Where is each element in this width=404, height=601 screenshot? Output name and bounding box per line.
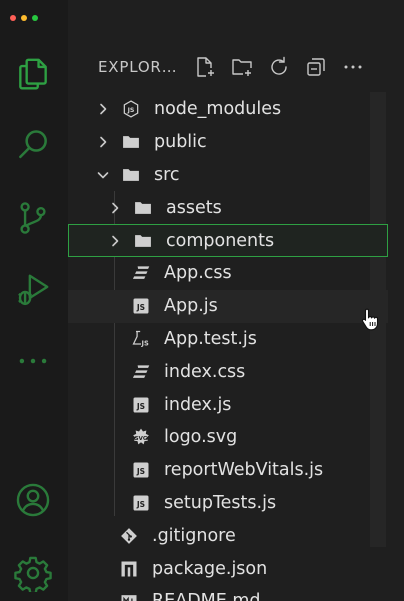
accounts-button[interactable]	[12, 479, 54, 521]
node-js-folder-icon: JS	[120, 98, 142, 120]
run-debug-view-button[interactable]	[12, 269, 54, 311]
folder-icon	[132, 230, 154, 252]
new-file-icon	[197, 57, 214, 77]
npm-icon	[118, 558, 140, 580]
run-debug-icon	[18, 274, 49, 306]
svg-text:JS: JS	[136, 303, 145, 312]
chevron-down-icon[interactable]	[96, 168, 110, 182]
tree-item-label: App.css	[164, 263, 232, 284]
tree-item-label: App.test.js	[164, 328, 257, 349]
manage-settings-button[interactable]	[12, 552, 54, 594]
new-folder-icon	[232, 59, 252, 76]
svg-icon: SVG	[130, 426, 152, 448]
files-icon	[19, 58, 47, 90]
folder-icon	[120, 131, 142, 153]
collapse-all-icon	[307, 58, 325, 76]
chevron-right-icon	[112, 235, 119, 246]
new-file-button[interactable]	[191, 53, 219, 81]
tree-item-label: logo.svg	[164, 427, 238, 448]
new-folder-button[interactable]	[228, 53, 256, 81]
svg-text:SVG: SVG	[134, 436, 147, 442]
search-view-button[interactable]	[12, 124, 54, 166]
account-icon	[16, 483, 50, 517]
chevron-right-icon	[100, 104, 107, 115]
explorer-view-button[interactable]	[12, 53, 54, 95]
maximize-window-button[interactable]	[32, 15, 38, 21]
css-icon	[130, 262, 152, 284]
chevron-right-icon	[112, 202, 119, 214]
test-js-icon: JS	[130, 328, 152, 350]
explorer-header: EXPLOR…	[98, 48, 404, 86]
chevron-right-icon[interactable]	[96, 135, 110, 149]
tree-folder-row[interactable]: components	[68, 224, 388, 257]
tree-folder-row[interactable]: JS node_modules	[68, 93, 388, 126]
tree-file-row[interactable]: JS App.test.js	[68, 323, 388, 356]
source-control-icon	[20, 202, 46, 234]
explorer-sidebar: EXPLOR… JS node_modules public src asset…	[68, 0, 404, 601]
tree-item-label: README.md	[152, 591, 261, 601]
svg-text:JS: JS	[136, 500, 145, 509]
settings-gear-icon	[14, 556, 52, 592]
hand-pointer-cursor-icon	[361, 308, 379, 331]
tree-item-label: node_modules	[154, 99, 282, 120]
tree-item-label: index.js	[164, 394, 232, 415]
tree-file-row[interactable]: index.css	[68, 355, 388, 388]
tree-file-row[interactable]: package.json	[68, 552, 388, 585]
tree-file-row[interactable]: JS App.js	[68, 289, 388, 323]
chevron-right-icon[interactable]	[108, 234, 122, 248]
tree-item-label: src	[154, 164, 180, 185]
tree-file-row[interactable]: App.css	[68, 257, 388, 290]
folder-icon	[132, 197, 154, 219]
tree-item-label: public	[154, 132, 207, 153]
more-icon	[19, 358, 47, 364]
tree-item-label: index.css	[164, 361, 246, 382]
chevron-right-icon	[100, 136, 107, 148]
file-tree: JS node_modulespublic src assets components A…	[68, 93, 388, 601]
minimize-window-button[interactable]	[21, 15, 27, 21]
close-window-button[interactable]	[10, 15, 16, 21]
git-icon	[118, 525, 140, 547]
tree-folder-row[interactable]: public	[68, 126, 388, 159]
search-icon	[19, 130, 47, 159]
refresh-icon	[271, 56, 287, 75]
more-views-button[interactable]	[12, 340, 54, 382]
svg-text:JS: JS	[127, 107, 135, 114]
source-control-view-button[interactable]	[12, 197, 54, 239]
tree-item-label: package.json	[152, 558, 268, 579]
svg-text:JS: JS	[136, 467, 145, 476]
tree-file-row[interactable]: JS reportWebVitals.js	[68, 454, 388, 487]
tree-item-label: reportWebVitals.js	[164, 460, 324, 481]
tree-file-row[interactable]: JS index.js	[68, 388, 388, 421]
js-icon: JS	[130, 492, 152, 514]
refresh-button[interactable]	[265, 53, 293, 81]
explorer-more-button[interactable]	[339, 53, 367, 81]
tree-item-label: .gitignore	[152, 525, 236, 546]
tree-folder-row[interactable]: src	[68, 159, 388, 192]
tree-file-row[interactable]: .gitignore	[68, 519, 388, 552]
svg-text:JS: JS	[141, 340, 149, 348]
chevron-right-icon[interactable]	[96, 102, 110, 116]
tree-item-label: components	[166, 230, 275, 251]
svg-text:JS: JS	[136, 402, 145, 411]
js-icon: JS	[130, 459, 152, 481]
js-icon: JS	[130, 295, 152, 317]
js-icon: JS	[130, 394, 152, 416]
tree-file-row[interactable]: SVG logo.svg	[68, 421, 388, 454]
tree-file-row[interactable]: README.md	[68, 585, 388, 601]
readme-icon	[118, 590, 140, 601]
window-controls	[10, 15, 38, 21]
tree-item-label: App.js	[164, 296, 218, 317]
tree-file-row[interactable]: JS setupTests.js	[68, 487, 388, 520]
chevron-down-icon	[97, 172, 109, 179]
chevron-right-icon[interactable]	[108, 201, 122, 215]
explorer-title: EXPLOR…	[98, 58, 178, 76]
activity-bar	[0, 0, 68, 601]
tree-item-label: setupTests.js	[164, 492, 277, 513]
more-icon	[344, 65, 362, 69]
tree-folder-row[interactable]: assets	[68, 191, 388, 224]
tree-item-label: assets	[166, 197, 222, 218]
folder-icon	[120, 164, 142, 186]
collapse-all-button[interactable]	[302, 53, 330, 81]
css-icon	[130, 361, 152, 383]
